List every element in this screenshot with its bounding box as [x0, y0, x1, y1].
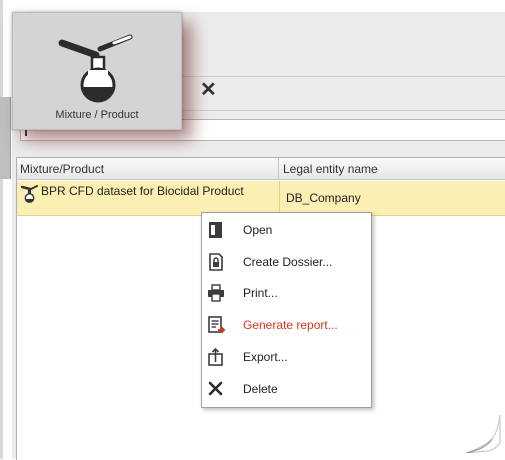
menu-item-export[interactable]: Export...: [202, 344, 371, 370]
mixture-product-icon: [20, 185, 39, 206]
delete-icon: [206, 379, 226, 399]
page-curl-icon: [465, 414, 502, 456]
menu-item-generate-report[interactable]: Generate report...: [202, 312, 371, 338]
generate-report-icon: [206, 315, 226, 335]
menu-item-print[interactable]: Print...: [202, 280, 371, 306]
mixture-product-button-label: Mixture / Product: [55, 109, 139, 121]
print-icon: [206, 283, 226, 303]
cell-legal-entity: DB_Company: [279, 181, 505, 215]
menu-item-delete[interactable]: Delete: [202, 376, 371, 402]
close-icon[interactable]: ✕: [200, 80, 217, 100]
menu-item-label: Delete: [243, 382, 278, 396]
column-header-legal-entity[interactable]: Legal entity name: [279, 158, 505, 180]
menu-item-label: Print...: [243, 286, 278, 300]
menu-item-label: Open: [243, 223, 273, 237]
menu-item-create-dossier[interactable]: Create Dossier...: [202, 249, 371, 275]
legal-entity-name: DB_Company: [286, 191, 361, 205]
mixture-product-name: BPR CFD dataset for Biocidal Product: [41, 184, 244, 198]
context-menu: Open Create Dossier... Print... Generate…: [201, 212, 372, 408]
left-edge-strip: [0, 0, 3, 459]
export-icon: [206, 347, 226, 367]
table-row[interactable]: BPR CFD dataset for Biocidal Product DB_…: [17, 181, 505, 216]
flask-icon: [56, 23, 140, 106]
cell-mixture-product: BPR CFD dataset for Biocidal Product: [19, 183, 277, 213]
menu-item-label: Export...: [243, 350, 288, 364]
menu-item-open[interactable]: Open: [202, 217, 371, 243]
mixture-product-button[interactable]: Mixture / Product: [12, 12, 182, 130]
open-icon: [206, 220, 226, 240]
column-header-mixture-product[interactable]: Mixture/Product: [17, 158, 279, 180]
menu-item-label: Generate report...: [243, 318, 338, 332]
create-dossier-icon: [206, 252, 226, 272]
left-edge-panel: [0, 97, 11, 179]
menu-item-label: Create Dossier...: [243, 255, 333, 269]
